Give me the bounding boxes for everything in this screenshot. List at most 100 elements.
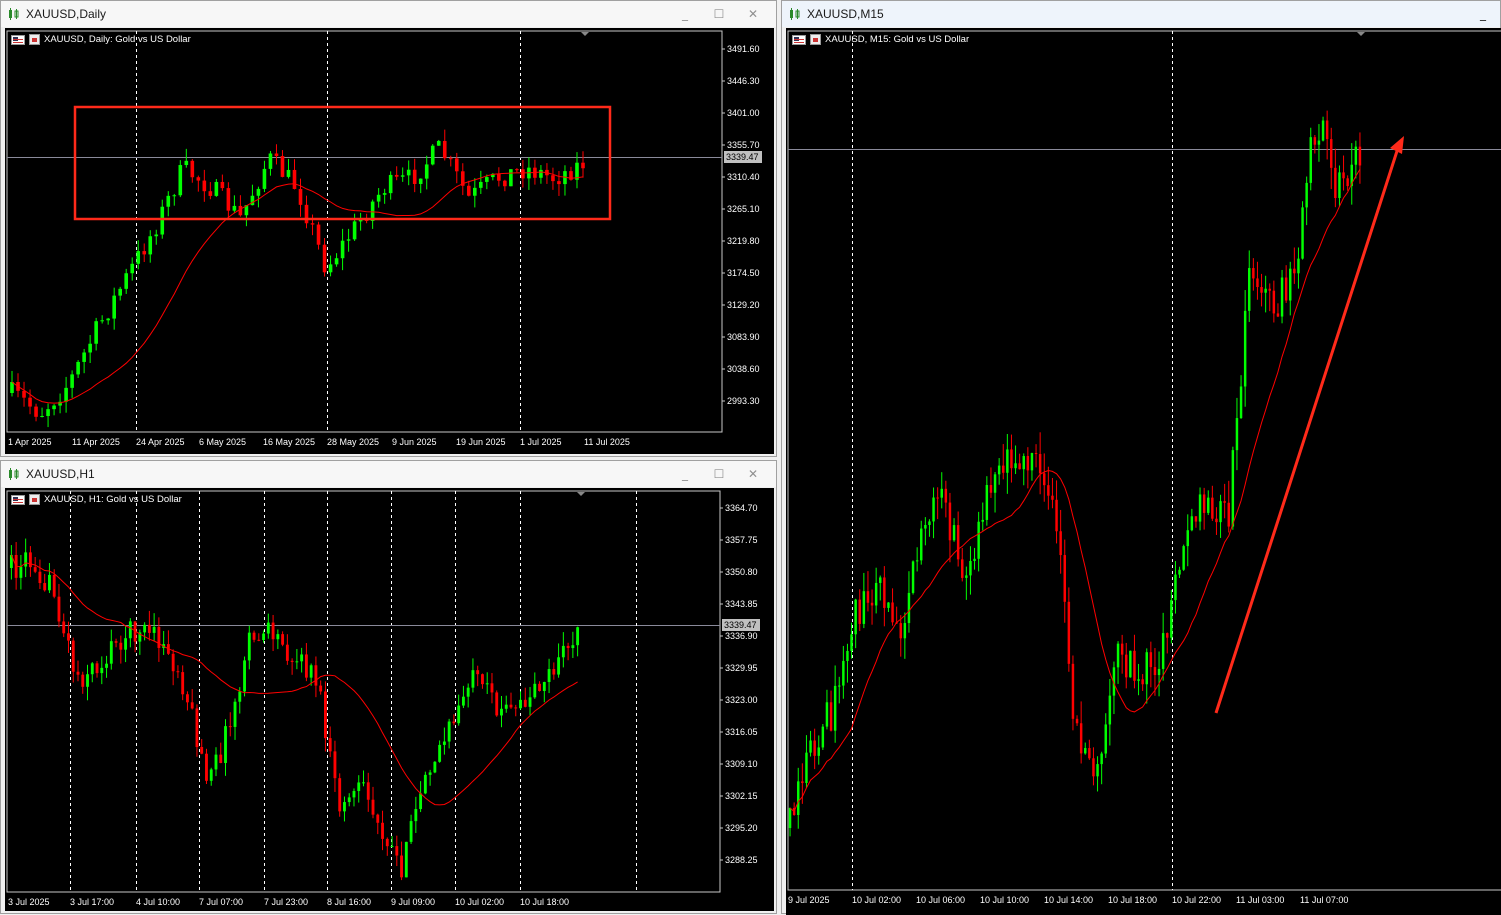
bearish-candle-body [1063,555,1066,602]
price-axis-label: 3343.85 [725,599,758,609]
bullish-candle-body [105,663,108,668]
m15-chart-window[interactable]: XAUUSD,M15 _ 9 Jul 2025 10 Jul 02:00 10 Ju… [781,0,1501,915]
bearish-candle-body [57,596,61,622]
close-button[interactable]: ✕ [736,461,770,487]
plot-frame [6,490,721,893]
bullish-candle-body [247,632,251,661]
symbol-text: XAUUSD, H1: Gold vs US Dollar [44,494,182,505]
bearish-candle-body [176,671,180,673]
bullish-candle-body [1174,574,1177,601]
bullish-candle-body [250,195,255,206]
bullish-candle-body [118,288,122,296]
bullish-candle-body [428,772,432,775]
m15-chart-svg: 9 Jul 2025 10 Jul 02:00 10 Jul 06:00 10 Jul… [787,30,1501,905]
bearish-candle-body [333,751,337,779]
bullish-candle-body [907,592,911,624]
bearish-candle-body [1346,178,1349,187]
bearish-candle-body [290,660,294,662]
bearish-candle-body [181,672,185,695]
bullish-candle-body [46,409,50,416]
bearish-candle-body [394,174,399,177]
time-axis-label: 1 Jul 2025 [520,437,562,447]
bullish-candle-body [418,178,423,184]
maximize-button[interactable]: ☐ [702,461,736,487]
minimize-button[interactable]: _ [668,461,702,487]
candlestick-chart-icon [788,7,802,21]
bullish-candle-body [805,752,808,784]
bearish-candle-body [514,707,518,709]
bullish-candle-body [1137,679,1140,681]
bearish-candle-body [1051,495,1054,500]
h1-chart-window[interactable]: XAUUSD,H1 _ ☐ ✕ 3 Jul 2025 3 Jul 17:00 4 J… [0,460,777,914]
bearish-candle-body [114,641,118,643]
bearish-candle-body [400,855,403,878]
time-axis-label: 4 Jul 10:00 [136,897,180,907]
bearish-candle-body [292,169,297,189]
price-axis-label: 3174.50 [727,268,760,278]
bearish-candle-body [38,571,42,584]
bullish-candle-body [433,761,437,773]
candlestick-chart-icon [7,7,21,21]
bearish-candle-body [481,674,484,685]
bullish-candle-body [106,318,110,321]
close-button[interactable]: ✕ [736,1,770,27]
bullish-candle-body [1116,643,1120,668]
bearish-candle-body [497,173,501,181]
bearish-candle-body [1055,499,1058,532]
bearish-candle-body [76,671,80,675]
daily-chart-window[interactable]: XAUUSD,Daily _ ☐ ✕ 1 Apr 2025 11 Apr 2025… [0,0,777,457]
bullish-candle-body [528,697,532,707]
bearish-candle-body [219,754,223,764]
bullish-candle-body [542,681,546,691]
bullish-candle-body [874,582,878,606]
bullish-candle-body [833,685,837,731]
bullish-candle-body [1096,764,1099,777]
daily-chart-area[interactable]: 1 Apr 2025 11 Apr 2025 24 Apr 2025 6 May 20… [5,28,774,454]
bearish-candle-body [1141,679,1144,685]
daily-titlebar[interactable]: XAUUSD,Daily _ ☐ ✕ [1,1,776,27]
bullish-candle-body [825,702,829,727]
flag-icon [792,34,806,45]
bearish-candle-body [1034,453,1038,455]
h1-chart-svg: 3 Jul 2025 3 Jul 17:00 4 Jul 10:00 7 Jul 07… [6,490,760,907]
bullish-candle-body [430,145,435,165]
bearish-candle-body [62,621,66,634]
bearish-candle-body [1358,146,1362,166]
bullish-candle-body [473,187,477,196]
bullish-candle-body [952,525,956,541]
bullish-candle-body [262,633,265,641]
bearish-candle-body [257,639,261,641]
moving-average-line [10,554,578,806]
bearish-candle-body [490,683,494,693]
maximize-button[interactable]: ☐ [702,1,736,27]
bearish-candle-body [319,685,323,692]
h1-chart-area[interactable]: 3 Jul 2025 3 Jul 17:00 4 Jul 10:00 7 Jul 07… [5,488,774,911]
bearish-candle-body [1038,454,1042,474]
candlestick-chart-icon [7,467,21,481]
price-axis-label: 3265.10 [727,204,760,214]
bullish-candle-body [997,465,1001,475]
bearish-candle-body [581,162,585,169]
m15-titlebar[interactable]: XAUUSD,M15 _ [782,1,1500,27]
bullish-candle-body [1190,516,1194,531]
bearish-candle-body [81,674,85,687]
bullish-candle-body [1248,268,1251,311]
bearish-candle-body [281,634,285,645]
time-axis-label: 10 Jul 10:00 [980,895,1029,905]
bearish-candle-body [395,846,399,856]
minimize-button[interactable]: _ [1466,1,1500,27]
bullish-candle-body [1198,494,1202,522]
price-axis-label: 3316.05 [725,727,758,737]
bearish-candle-body [1284,277,1288,301]
minimize-button[interactable]: _ [668,1,702,27]
bearish-candle-body [316,224,321,245]
time-axis-label: 8 Jul 16:00 [327,897,371,907]
bullish-candle-body [842,660,845,686]
h1-titlebar[interactable]: XAUUSD,H1 _ ☐ ✕ [1,461,776,487]
m15-chart-area[interactable]: 9 Jul 2025 10 Jul 02:00 10 Jul 06:00 10 Jul… [786,28,1501,915]
bearish-candle-body [228,726,232,728]
bearish-candle-body [813,740,816,756]
bearish-candle-body [28,397,32,407]
bullish-candle-body [209,769,213,781]
bullish-candle-body [124,638,128,650]
